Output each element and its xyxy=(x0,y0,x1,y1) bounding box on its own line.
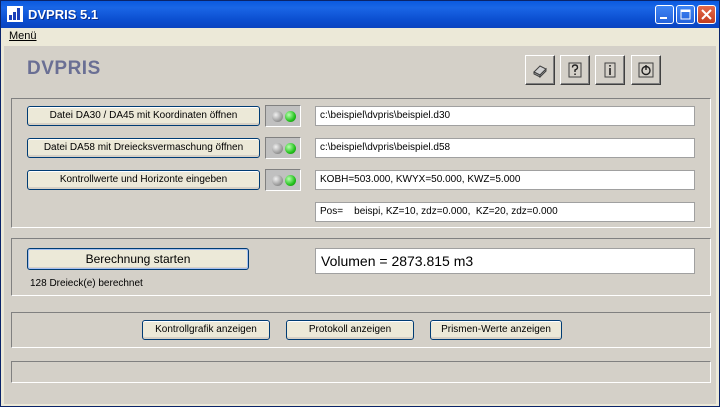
info-icon xyxy=(604,62,616,78)
calculation-panel: Berechnung starten 128 Dreieck(e) berech… xyxy=(11,238,711,296)
help-button[interactable] xyxy=(560,55,590,85)
open-da30-button[interactable]: Datei DA30 / DA45 mit Koordinaten öffnen xyxy=(27,106,260,126)
start-calculation-button[interactable]: Berechnung starten xyxy=(27,248,249,270)
info-button[interactable] xyxy=(595,55,625,85)
app-window: DVPRIS 5.1 Menü DVPRIS Datei DA30 / DA45… xyxy=(0,0,720,407)
main-panel: DVPRIS Datei DA30 / DA45 mit Koordinaten… xyxy=(4,46,716,404)
help-icon xyxy=(568,62,582,78)
status-lights-da30 xyxy=(265,105,301,127)
show-prism-values-button[interactable]: Prismen-Werte anzeigen xyxy=(430,320,562,340)
power-icon xyxy=(638,62,654,78)
horizon-field[interactable]: Pos= beispi, KZ=10, zdz=0.000, KZ=20, zd… xyxy=(315,202,695,222)
status-bar xyxy=(11,361,711,383)
close-icon xyxy=(701,9,712,20)
exit-button[interactable] xyxy=(631,55,661,85)
start-calculation-label: Berechnung starten xyxy=(85,252,191,266)
maximize-icon xyxy=(680,9,691,20)
led-grey xyxy=(272,175,283,186)
window-title: DVPRIS 5.1 xyxy=(28,7,99,22)
show-control-graphic-button[interactable]: Kontrollgrafik anzeigen xyxy=(142,320,270,340)
eraser-icon xyxy=(533,65,547,78)
minimize-button[interactable] xyxy=(655,5,674,24)
status-lights-da58 xyxy=(265,137,301,159)
triangles-status: 128 Dreieck(e) berechnet xyxy=(30,278,143,289)
volume-result: Volumen = 2873.815 m3 xyxy=(315,248,695,274)
view-buttons-panel: Kontrollgrafik anzeigen Protokoll anzeig… xyxy=(11,312,711,348)
led-grey xyxy=(272,111,283,122)
control-values-field[interactable]: KOBH=503.000, KWYX=50.000, KWZ=5.000 xyxy=(315,170,695,190)
led-green xyxy=(285,111,296,122)
eraser-button[interactable] xyxy=(525,55,555,85)
led-green xyxy=(285,143,296,154)
status-lights-control xyxy=(265,169,301,191)
minimize-icon xyxy=(660,17,667,19)
app-logo: DVPRIS xyxy=(27,58,101,79)
app-icon xyxy=(7,6,23,22)
file-input-panel: Datei DA30 / DA45 mit Koordinaten öffnen… xyxy=(11,98,711,228)
da58-path-field[interactable]: c:\beispiel\dvpris\beispiel.d58 xyxy=(315,138,695,158)
open-da58-button[interactable]: Datei DA58 mit Dreiecksvermaschung öffne… xyxy=(27,138,260,158)
close-button[interactable] xyxy=(697,5,716,24)
menu-bar: Menü xyxy=(1,28,719,46)
title-bar[interactable]: DVPRIS 5.1 xyxy=(1,1,719,28)
maximize-button[interactable] xyxy=(676,5,695,24)
led-green xyxy=(285,175,296,186)
led-grey xyxy=(272,143,283,154)
control-values-button[interactable]: Kontrollwerte und Horizonte eingeben xyxy=(27,170,260,190)
menu-item-menu[interactable]: Menü xyxy=(9,30,37,42)
show-protocol-button[interactable]: Protokoll anzeigen xyxy=(286,320,414,340)
da30-path-field[interactable]: c:\beispiel\dvpris\beispiel.d30 xyxy=(315,106,695,126)
